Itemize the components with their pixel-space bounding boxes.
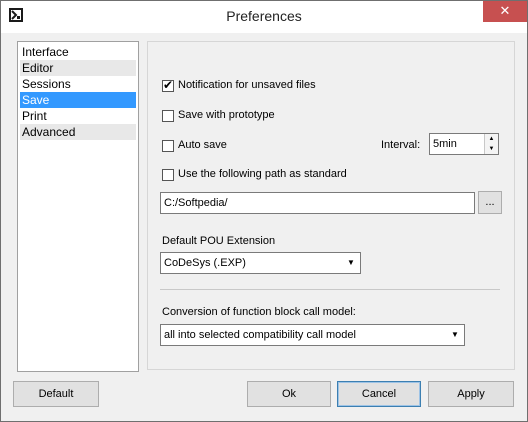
divider [160, 289, 500, 290]
nav-item-editor[interactable]: Editor [20, 60, 136, 76]
nav-item-save[interactable]: Save [20, 92, 136, 108]
close-icon: ✕ [499, 3, 511, 18]
preferences-window: Preferences ✕ Interface Editor Sessions … [0, 0, 528, 422]
pou-extension-select[interactable]: CoDeSys (.EXP) ▼ [160, 252, 361, 274]
auto-save-checkbox[interactable] [162, 140, 174, 152]
use-path-checkbox[interactable] [162, 169, 174, 181]
browse-button[interactable]: ... [478, 191, 502, 214]
notify-unsaved-checkbox[interactable]: ✔ [162, 78, 174, 92]
save-with-prototype-checkbox[interactable] [162, 110, 174, 122]
notify-unsaved-label: Notification for unsaved files [178, 79, 316, 91]
pou-extension-value: CoDeSys (.EXP) [164, 257, 246, 269]
close-button[interactable]: ✕ [483, 1, 527, 22]
path-input[interactable]: C:/Softpedia/ [160, 192, 475, 214]
ok-button[interactable]: Ok [247, 381, 331, 407]
check-icon: ✔ [163, 78, 174, 92]
nav-item-print[interactable]: Print [20, 108, 136, 124]
pou-extension-label: Default POU Extension [162, 235, 276, 247]
title-bar[interactable]: Preferences ✕ [1, 1, 527, 33]
interval-spinbox[interactable]: 5min ▲ ▼ [429, 133, 499, 155]
conversion-select[interactable]: all into selected compatibility call mod… [160, 324, 465, 346]
interval-label: Interval: [381, 139, 421, 151]
window-title: Preferences [226, 8, 302, 24]
cancel-button[interactable]: Cancel [337, 381, 421, 407]
nav-item-advanced[interactable]: Advanced [20, 124, 136, 140]
conversion-value: all into selected compatibility call mod… [164, 329, 356, 341]
conversion-label: Conversion of function block call model: [162, 306, 356, 318]
spin-down-icon[interactable]: ▼ [485, 144, 498, 154]
default-button[interactable]: Default [13, 381, 99, 407]
nav-item-interface[interactable]: Interface [20, 44, 136, 60]
use-path-label: Use the following path as standard [178, 168, 347, 180]
interval-spin-buttons[interactable]: ▲ ▼ [484, 134, 498, 154]
category-list[interactable]: Interface Editor Sessions Save Print Adv… [17, 41, 139, 372]
apply-button[interactable]: Apply [428, 381, 514, 407]
spin-up-icon[interactable]: ▲ [485, 134, 498, 144]
interval-value: 5min [433, 138, 457, 150]
save-with-prototype-label: Save with prototype [178, 109, 275, 121]
save-settings-panel: ✔ Notification for unsaved files Save wi… [147, 41, 515, 370]
chevron-down-icon[interactable]: ▼ [344, 255, 358, 271]
nav-item-sessions[interactable]: Sessions [20, 76, 136, 92]
chevron-down-icon[interactable]: ▼ [448, 327, 462, 343]
auto-save-label: Auto save [178, 139, 227, 151]
